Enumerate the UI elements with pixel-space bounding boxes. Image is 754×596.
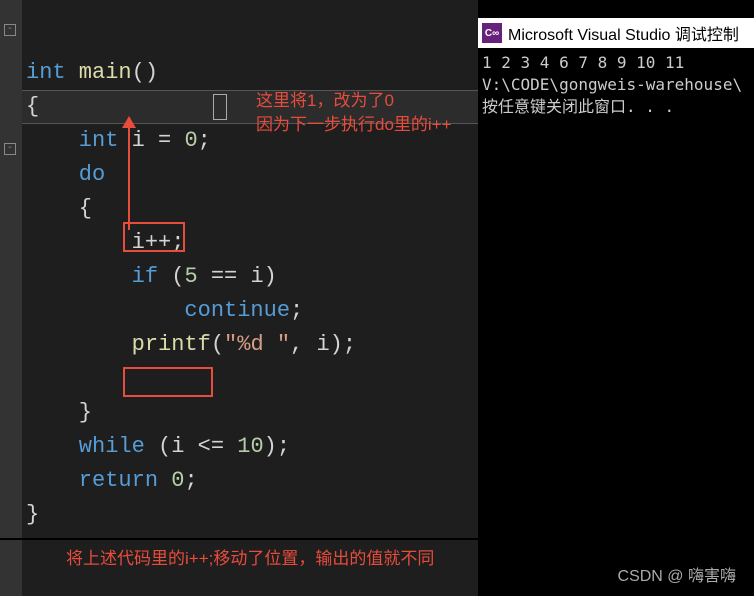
output-prompt: 按任意键关闭此窗口. . . — [482, 97, 674, 116]
divider — [0, 538, 478, 540]
number: 0 — [184, 128, 197, 153]
keyword: return — [26, 468, 158, 493]
identifier: i — [316, 332, 329, 357]
keyword: if — [26, 264, 158, 289]
console-output: 1 2 3 4 6 7 8 9 10 11 V:\CODE\gongweis-w… — [482, 52, 742, 118]
editor-gutter: - - — [0, 0, 22, 596]
number: 10 — [237, 434, 263, 459]
keyword: continue — [26, 298, 290, 323]
function-name: printf — [26, 332, 211, 357]
punct: ( — [158, 264, 184, 289]
keyword: int — [26, 60, 66, 85]
keyword: int — [26, 128, 118, 153]
highlight-box-empty — [123, 367, 213, 397]
identifier: i — [171, 434, 184, 459]
debug-console[interactable]: C∞ Microsoft Visual Studio 调试控制 1 2 3 4 … — [478, 0, 754, 596]
output-path: V:\CODE\gongweis-warehouse\ — [482, 75, 742, 94]
annotation-top-2: 因为下一步执行do里的i++ — [256, 114, 452, 136]
keyword: do — [26, 162, 105, 187]
operator: <= — [184, 434, 237, 459]
function-name: main — [66, 60, 132, 85]
keyword: while — [26, 434, 145, 459]
fold-icon[interactable]: - — [4, 143, 16, 155]
identifier: i — [250, 264, 263, 289]
number: 5 — [184, 264, 197, 289]
watermark: CSDN @ 嗨害嗨 — [618, 562, 736, 586]
punct: ); — [330, 332, 356, 357]
punct: , — [290, 332, 316, 357]
code-editor[interactable]: - - int main() { int i = 0; do { i++; if… — [0, 0, 478, 596]
punct: () — [132, 60, 158, 85]
console-title-text: Microsoft Visual Studio 调试控制 — [508, 21, 739, 45]
brace: { — [26, 196, 92, 221]
punct: ); — [264, 434, 290, 459]
punct: ) — [264, 264, 277, 289]
highlight-box-ipp — [123, 222, 185, 252]
string: "%d " — [224, 332, 290, 357]
visual-studio-icon: C∞ — [482, 23, 502, 43]
brace: } — [26, 400, 92, 425]
punct: ( — [145, 434, 171, 459]
punct: ; — [184, 468, 197, 493]
number: 0 — [158, 468, 184, 493]
annotation-bottom: 将上述代码里的i++;移动了位置，输出的值就不同 — [66, 548, 434, 570]
arrow-icon — [128, 118, 130, 230]
console-title-bar: C∞ Microsoft Visual Studio 调试控制 — [478, 18, 754, 48]
annotation-top-1: 这里将1，改为了0 — [256, 90, 394, 112]
fold-icon[interactable]: - — [4, 24, 16, 36]
operator: == — [198, 264, 251, 289]
punct: ; — [290, 298, 303, 323]
output-line: 1 2 3 4 6 7 8 9 10 11 — [482, 53, 684, 72]
brace: { — [26, 94, 39, 119]
punct: ; — [198, 128, 211, 153]
brace: } — [26, 502, 39, 527]
punct: ( — [211, 332, 224, 357]
